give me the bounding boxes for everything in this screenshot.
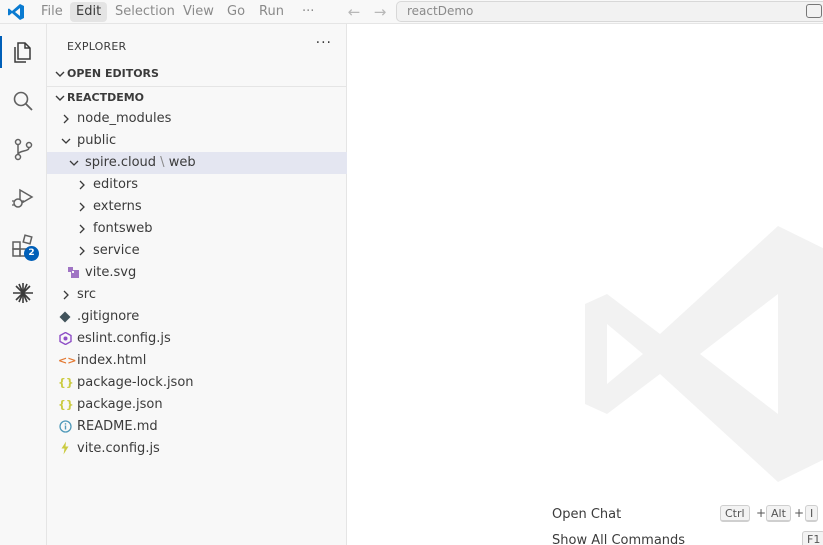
tree-item-label: package-lock.json xyxy=(77,375,194,390)
files-icon xyxy=(14,42,31,63)
activity-extensions[interactable]: 2 xyxy=(0,224,47,268)
chevron-right-icon xyxy=(79,224,85,234)
menu-view[interactable]: View xyxy=(177,2,220,22)
hint-label: Show All Commands xyxy=(552,533,686,545)
tree-item-label: package.json xyxy=(77,397,163,412)
tree-file-vite-svg[interactable]: vite.svg xyxy=(47,262,347,284)
tree-folder-public[interactable]: public xyxy=(47,130,347,152)
tree-item-label: eslint.config.js xyxy=(77,331,171,346)
vscode-logo-icon xyxy=(8,4,24,20)
tree-folder-fontsweb[interactable]: fontsweb xyxy=(47,218,347,240)
source-control-icon xyxy=(14,138,33,161)
tree-item-label: service xyxy=(93,243,140,258)
tree-item-label: externs xyxy=(93,199,142,214)
tree-item-label: .gitignore xyxy=(77,309,140,324)
chevron-down-icon xyxy=(69,160,79,166)
command-center[interactable]: reactDemo xyxy=(396,1,823,22)
hint-open-chat: Open Chat Ctrl + Alt + I xyxy=(552,505,823,525)
keycap: I xyxy=(805,505,819,522)
chevron-down-icon xyxy=(55,95,65,101)
tree-file-index-html[interactable]: <> index.html xyxy=(47,350,347,372)
activity-explorer[interactable] xyxy=(0,30,47,74)
path-segment: spire.cloud xyxy=(85,155,157,170)
sparkle-icon xyxy=(13,283,33,303)
tree-file-gitignore[interactable]: .gitignore xyxy=(47,306,347,328)
forward-arrow-icon[interactable]: → xyxy=(371,3,389,21)
tree-item-label: vite.config.js xyxy=(77,441,160,456)
menu-file[interactable]: File xyxy=(35,2,69,22)
hint-label: Open Chat xyxy=(552,507,622,522)
tree-item-label: vite.svg xyxy=(85,265,137,280)
section-project[interactable]: REACTDEMO xyxy=(47,86,347,108)
json-file-icon: {} xyxy=(58,398,74,411)
editor-area: Open Chat Ctrl + Alt + I Show All Comman… xyxy=(347,24,823,545)
chevron-right-icon xyxy=(79,202,85,212)
keycap: Alt xyxy=(766,505,791,522)
activity-source-control[interactable] xyxy=(0,127,47,171)
tree-folder-spire-cloud-web[interactable]: spire.cloud \ web xyxy=(47,152,347,174)
eslint-file-icon xyxy=(59,332,72,345)
activity-bar: 2 xyxy=(0,24,47,545)
info-file-icon xyxy=(59,420,72,433)
path-segment: web xyxy=(168,155,196,170)
tree-file-package-json[interactable]: {} package.json xyxy=(47,394,347,416)
tree-item-label: fontsweb xyxy=(93,221,153,236)
tree-file-package-lock[interactable]: {} package-lock.json xyxy=(47,372,347,394)
tree-file-eslint-config[interactable]: eslint.config.js xyxy=(47,328,347,350)
tree-item-label: index.html xyxy=(77,353,147,368)
tree-folder-externs[interactable]: externs xyxy=(47,196,347,218)
tree-item-label: README.md xyxy=(77,419,158,434)
chevron-right-icon xyxy=(79,180,85,190)
chevron-right-icon xyxy=(79,246,85,256)
explorer-sidebar: EXPLORER ··· OPEN EDITORS REACTDEMO node… xyxy=(47,24,347,545)
activity-extension-custom[interactable] xyxy=(0,271,47,315)
tree-folder-editors[interactable]: editors xyxy=(47,174,347,196)
vite-file-icon xyxy=(61,441,69,455)
key-separator: + xyxy=(756,506,767,520)
menu-selection[interactable]: Selection xyxy=(109,2,181,22)
menu-edit[interactable]: Edit xyxy=(70,2,108,22)
command-center-text: reactDemo xyxy=(407,4,474,18)
tree-file-readme[interactable]: README.md xyxy=(47,416,347,438)
chevron-down-icon xyxy=(61,138,71,144)
svg-file-icon xyxy=(68,267,79,278)
back-arrow-icon[interactable]: ← xyxy=(345,3,363,21)
hint-show-all-commands: Show All Commands F1 xyxy=(552,531,823,545)
path-separator: \ xyxy=(156,155,169,170)
tree-item-label: spire.cloud \ web xyxy=(85,155,196,170)
chevron-right-icon xyxy=(63,290,69,300)
git-file-icon xyxy=(59,311,71,323)
explorer-title: EXPLORER xyxy=(67,40,127,53)
chat-icon[interactable] xyxy=(806,4,822,18)
tree-item-label: node_modules xyxy=(77,111,172,126)
tree-folder-service[interactable]: service xyxy=(47,240,347,262)
vscode-watermark-icon xyxy=(585,226,823,482)
activity-search[interactable] xyxy=(0,79,47,123)
keycap: F1 xyxy=(802,531,823,545)
search-icon xyxy=(13,91,33,111)
json-file-icon: {} xyxy=(58,376,74,389)
extensions-badge: 2 xyxy=(24,246,39,261)
key-separator: + xyxy=(794,506,805,520)
keycap: Ctrl xyxy=(720,505,750,522)
activity-run-debug[interactable] xyxy=(0,176,47,220)
tree-folder-src[interactable]: src xyxy=(47,284,347,306)
tree-file-vite-config[interactable]: vite.config.js xyxy=(47,438,347,460)
tree-item-label: public xyxy=(77,133,117,148)
run-debug-icon xyxy=(12,188,34,208)
tree-item-label: editors xyxy=(93,177,139,192)
section-open-editors[interactable]: OPEN EDITORS xyxy=(47,63,347,85)
chevron-down-icon xyxy=(55,71,65,77)
menu-run[interactable]: Run xyxy=(253,2,290,22)
menu-more[interactable]: ··· xyxy=(296,2,320,22)
tree-item-label: src xyxy=(77,287,96,302)
section-label: OPEN EDITORS xyxy=(67,67,159,80)
menu-go[interactable]: Go xyxy=(221,2,251,22)
section-label: REACTDEMO xyxy=(67,91,145,104)
explorer-more-button[interactable]: ··· xyxy=(316,35,332,51)
title-bar: File Edit Selection View Go Run ··· ← → … xyxy=(0,0,823,24)
tree-folder-node-modules[interactable]: node_modules xyxy=(47,108,347,130)
html-file-icon: <> xyxy=(58,354,77,367)
chevron-right-icon xyxy=(63,114,69,124)
